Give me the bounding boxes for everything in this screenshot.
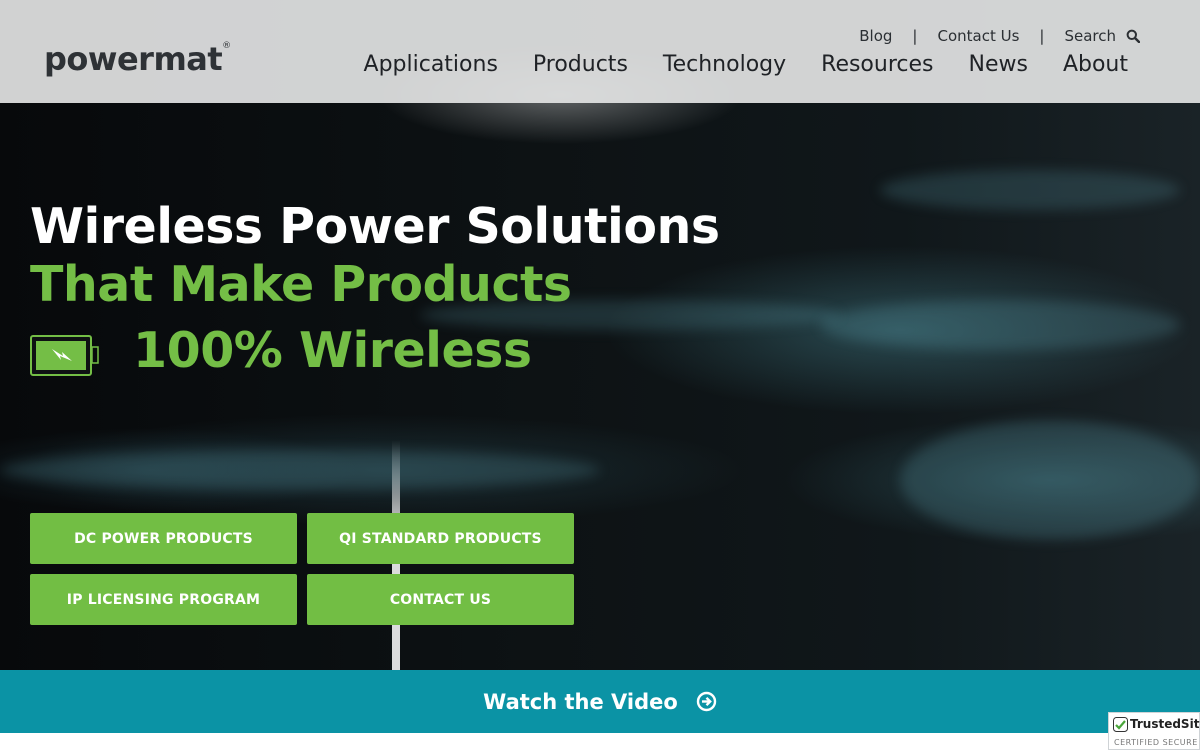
ip-licensing-program-button[interactable]: IP LICENSING PROGRAM xyxy=(30,574,297,625)
smoke-wisp xyxy=(880,170,1180,210)
site-header: powermat® Blog | Contact Us | Search App… xyxy=(0,0,1200,103)
arrow-circle-right-icon[interactable] xyxy=(696,691,717,712)
smoke-wisp xyxy=(0,450,600,490)
hero-heading: Wireless Power Solutions xyxy=(30,198,720,255)
contact-us-button[interactable]: CONTACT US xyxy=(307,574,574,625)
hero-subheading: That Make Products xyxy=(30,256,572,313)
smoke-wisp xyxy=(900,420,1200,540)
nav-products[interactable]: Products xyxy=(533,52,628,77)
contact-us-link[interactable]: Contact Us xyxy=(937,27,1019,45)
blog-link[interactable]: Blog xyxy=(859,27,892,45)
page-footer-strip xyxy=(0,733,1200,750)
watch-video-bar[interactable]: Watch the Video xyxy=(0,670,1200,733)
battery-icon xyxy=(30,335,99,376)
watch-video-label[interactable]: Watch the Video xyxy=(483,690,678,714)
nav-about[interactable]: About xyxy=(1063,52,1128,77)
utility-nav: Blog | Contact Us | Search xyxy=(859,27,1141,45)
smoke-wisp xyxy=(820,300,1180,350)
dc-power-products-button[interactable]: DC POWER PRODUCTS xyxy=(30,513,297,564)
main-nav: Applications Products Technology Resourc… xyxy=(364,52,1128,77)
search-icon[interactable] xyxy=(1126,29,1141,44)
nav-applications[interactable]: Applications xyxy=(364,52,498,77)
nav-technology[interactable]: Technology xyxy=(663,52,786,77)
qi-standard-products-button[interactable]: QI STANDARD PRODUCTS xyxy=(307,513,574,564)
check-icon xyxy=(1113,717,1128,732)
search-link[interactable]: Search xyxy=(1064,27,1116,45)
badge-subtitle: CERTIFIED SECURE xyxy=(1114,738,1198,747)
hero-tagline: 100% Wireless xyxy=(133,322,532,379)
nav-resources[interactable]: Resources xyxy=(821,52,933,77)
nav-news[interactable]: News xyxy=(969,52,1028,77)
separator: | xyxy=(912,27,918,45)
separator: | xyxy=(1039,27,1045,45)
trustedsite-badge[interactable]: TrustedSite CERTIFIED SECURE xyxy=(1108,712,1200,750)
badge-title: TrustedSite xyxy=(1130,717,1200,731)
powermat-logo[interactable]: powermat® xyxy=(44,40,231,78)
